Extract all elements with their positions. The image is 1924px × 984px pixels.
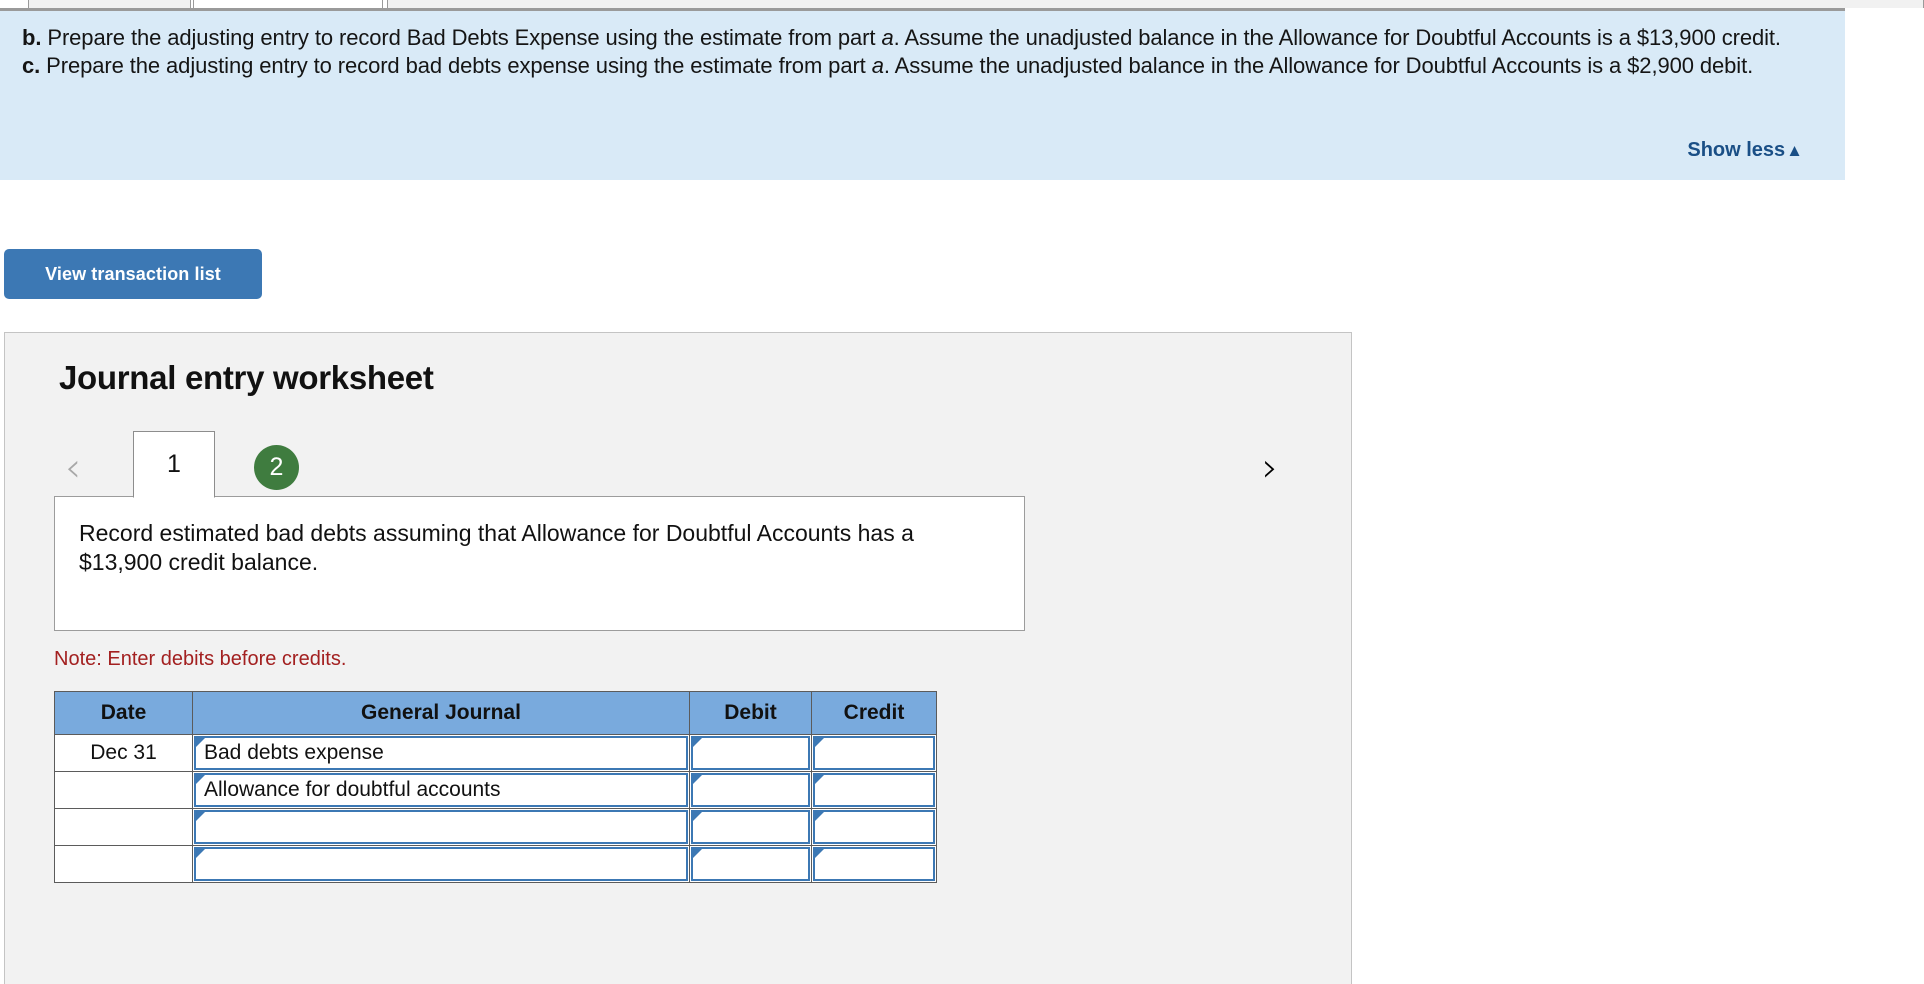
show-less-link[interactable]: Show less▲: [1687, 139, 1803, 161]
column-header-credit: Credit: [811, 691, 937, 735]
cell-debit-4[interactable]: [689, 845, 812, 883]
cell-debit-2[interactable]: [689, 771, 812, 809]
table-row: [54, 845, 937, 883]
instructions-panel: b. Prepare the adjusting entry to record…: [0, 8, 1845, 180]
dropdown-flag-icon: [815, 775, 824, 793]
dropdown-flag-icon: [196, 775, 205, 793]
table-row: Dec 31 Bad debts expense: [54, 734, 937, 772]
column-header-debit: Debit: [689, 691, 812, 735]
general-journal-value-2: Allowance for doubtful accounts: [204, 778, 501, 801]
credit-input-2[interactable]: [813, 773, 935, 807]
dropdown-flag-icon: [693, 738, 702, 756]
tab-fragment-left[interactable]: [28, 0, 191, 8]
dropdown-flag-icon: [693, 775, 702, 793]
cell-date-3[interactable]: [54, 808, 193, 846]
instruction-emphasis-b: a: [881, 25, 894, 50]
debit-input-2[interactable]: [691, 773, 810, 807]
tab-fragment-right[interactable]: [387, 0, 1924, 8]
cell-credit-1[interactable]: [811, 734, 937, 772]
cell-general-journal-3[interactable]: [192, 808, 690, 846]
general-journal-input-4[interactable]: [194, 847, 688, 881]
dropdown-flag-icon: [815, 738, 824, 756]
show-less-row: Show less▲: [1687, 139, 1803, 162]
caret-up-icon: ▲: [1786, 141, 1803, 160]
instruction-text-c-post: . Assume the unadjusted balance in the A…: [883, 52, 1754, 78]
general-journal-input-2[interactable]: Allowance for doubtful accounts: [194, 773, 688, 807]
cell-debit-1[interactable]: [689, 734, 812, 772]
instruction-emphasis-c: a: [871, 52, 884, 78]
debit-input-1[interactable]: [691, 736, 810, 770]
pager-next-chevron-icon[interactable]: ›: [1250, 448, 1290, 489]
instruction-text-b-pre: Prepare the adjusting entry to record Ba…: [41, 25, 882, 50]
cell-general-journal-2[interactable]: Allowance for doubtful accounts: [192, 771, 690, 809]
entry-description-box: Record estimated bad debts assuming that…: [54, 496, 1025, 631]
entry-description-text: Record estimated bad debts assuming that…: [79, 520, 914, 576]
instruction-item-b: b. Prepare the adjusting entry to record…: [22, 25, 1823, 51]
instruction-label-c: c.: [22, 52, 41, 78]
general-journal-value-1: Bad debts expense: [204, 741, 384, 764]
cell-credit-2[interactable]: [811, 771, 937, 809]
dropdown-flag-icon: [693, 812, 702, 830]
general-journal-input-3[interactable]: [194, 810, 688, 844]
dropdown-flag-icon: [815, 812, 824, 830]
cell-credit-4[interactable]: [811, 845, 937, 883]
dropdown-flag-icon: [815, 849, 824, 867]
dropdown-flag-icon: [196, 849, 205, 867]
cell-date-4[interactable]: [54, 845, 193, 883]
general-journal-input-1[interactable]: Bad debts expense: [194, 736, 688, 770]
credit-input-4[interactable]: [813, 847, 935, 881]
table-row: [54, 808, 937, 846]
pager-prev-chevron-icon[interactable]: ‹: [53, 448, 93, 489]
instruction-item-c: c. Prepare the adjusting entry to record…: [22, 53, 1823, 79]
dropdown-flag-icon: [693, 849, 702, 867]
cell-date-1[interactable]: Dec 31: [54, 734, 193, 772]
worksheet-pager: ‹ 1 2 ›: [5, 431, 1351, 503]
table-header-row: Date General Journal Debit Credit: [54, 691, 937, 735]
journal-entry-worksheet-panel: Journal entry worksheet ‹ 1 2 › Record e…: [4, 332, 1352, 984]
cell-general-journal-1[interactable]: Bad debts expense: [192, 734, 690, 772]
table-row: Allowance for doubtful accounts: [54, 771, 937, 809]
debit-input-4[interactable]: [691, 847, 810, 881]
dropdown-flag-icon: [196, 812, 205, 830]
credit-input-1[interactable]: [813, 736, 935, 770]
cell-general-journal-4[interactable]: [192, 845, 690, 883]
view-transaction-list-button[interactable]: View transaction list: [4, 249, 262, 299]
credit-input-3[interactable]: [813, 810, 935, 844]
column-header-general-journal: General Journal: [192, 691, 690, 735]
worksheet-title: Journal entry worksheet: [59, 359, 434, 396]
pager-page-1-tab[interactable]: 1: [133, 431, 215, 498]
debits-before-credits-note: Note: Enter debits before credits.: [54, 648, 347, 670]
cell-debit-3[interactable]: [689, 808, 812, 846]
instruction-label-b: b.: [22, 25, 42, 50]
instruction-text-b-post: . Assume the unadjusted balance in the A…: [893, 25, 1781, 50]
cell-credit-3[interactable]: [811, 808, 937, 846]
debit-input-3[interactable]: [691, 810, 810, 844]
column-header-date: Date: [54, 691, 193, 735]
show-less-label: Show less: [1687, 139, 1786, 161]
dropdown-flag-icon: [196, 738, 205, 756]
pager-page-2-circle[interactable]: 2: [254, 445, 299, 490]
cell-date-2[interactable]: [54, 771, 193, 809]
tab-fragment-active[interactable]: [193, 0, 383, 8]
instruction-text-c-pre: Prepare the adjusting entry to record ba…: [40, 52, 872, 78]
journal-entry-table: Date General Journal Debit Credit Dec 31…: [54, 691, 937, 883]
